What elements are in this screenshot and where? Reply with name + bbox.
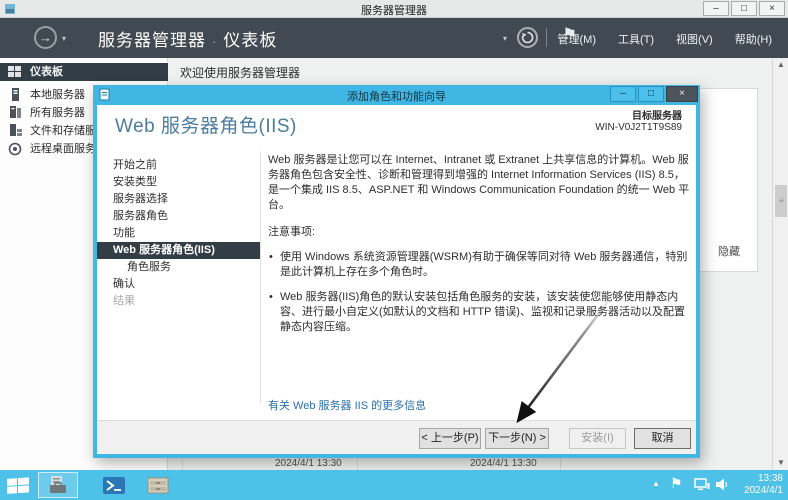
breadcrumb: 服务器管理器·仪表板: [98, 26, 277, 51]
event-timestamp: 2024/4/1 13:30: [470, 458, 537, 469]
breadcrumb-separator: ·: [206, 34, 223, 49]
menu-manage[interactable]: 管理(M): [558, 31, 597, 47]
note-item: • 使用 Windows 系统资源管理器(WSRM)有助于确保等同对待 Web …: [268, 250, 694, 280]
tray-volume-icon[interactable]: [716, 478, 729, 491]
server-manager-icon: [46, 475, 70, 495]
sidebar-item-dashboard[interactable]: 仪表板: [0, 63, 168, 81]
step-confirmation[interactable]: 确认: [97, 276, 260, 293]
welcome-heading: 欢迎使用服务器管理器: [180, 64, 300, 81]
wizard-footer: < 上一步(P) 下一步(N) > 安装(I) 取消: [97, 420, 696, 454]
note-item: • Web 服务器(IIS)角色的默认安装包括角色服务的安装，该安装使您能够使用…: [268, 290, 694, 335]
server-manager-titlebar: 服务器管理器 – □ ×: [0, 0, 788, 18]
add-roles-wizard-dialog: 添加角色和功能向导 – □ × Web 服务器角色(IIS) 目标服务器 WIN…: [93, 85, 700, 458]
powershell-icon: [103, 477, 125, 494]
tile-divider: [182, 458, 183, 470]
back-caret-icon[interactable]: ▾: [62, 34, 66, 43]
wizard-title: 添加角色和功能向导: [93, 88, 700, 104]
hide-button[interactable]: 隐藏: [718, 243, 740, 259]
tray-network-icon[interactable]: [694, 478, 710, 491]
bullet-icon: •: [269, 290, 273, 305]
tray-clock[interactable]: 13:38 2024/4/1: [744, 473, 783, 497]
scroll-down-icon[interactable]: ▼: [775, 457, 787, 469]
event-timestamp: 2024/4/1 13:30: [275, 458, 342, 469]
maximize-button[interactable]: □: [731, 1, 757, 16]
step-features[interactable]: 功能: [97, 225, 260, 242]
more-info-link[interactable]: 有关 Web 服务器 IIS 的更多信息: [268, 397, 426, 413]
notes-title: 注意事项:: [268, 225, 694, 240]
vertical-scrollbar[interactable]: ▲ ≡ ▼: [772, 58, 788, 470]
menubar: 管理(M) 工具(T) 视图(V) 帮助(H): [558, 31, 773, 47]
server-manager-header: → ▾ 服务器管理器·仪表板 ▾ ⚑ 管理(M) 工具(T) 视图(V) 帮助(…: [0, 18, 788, 58]
local-server-icon: [8, 88, 22, 102]
refresh-caret-icon[interactable]: ▾: [503, 34, 507, 43]
step-server-selection[interactable]: 服务器选择: [97, 191, 260, 208]
step-role-services[interactable]: 角色服务: [97, 259, 260, 276]
tile-divider: [357, 458, 358, 470]
wizard-page-content: Web 服务器是让您可以在 Internet、Intranet 或 Extran…: [268, 153, 694, 335]
step-server-roles[interactable]: 服务器角色: [97, 208, 260, 225]
wizard-close-button[interactable]: ×: [666, 86, 698, 102]
close-button[interactable]: ×: [759, 1, 785, 16]
menu-tools[interactable]: 工具(T): [618, 31, 654, 47]
clock-date: 2024/4/1: [744, 485, 783, 497]
wizard-maximize-button[interactable]: □: [638, 86, 664, 102]
tray-action-center-icon[interactable]: ⚑: [670, 475, 683, 492]
taskbar: ▲ ⚑ 13:38 2024/4/1: [0, 470, 788, 500]
menu-help[interactable]: 帮助(H): [735, 31, 772, 47]
step-before-you-begin[interactable]: 开始之前: [97, 157, 260, 174]
clock-time: 13:38: [744, 473, 783, 485]
menu-view[interactable]: 视图(V): [676, 31, 713, 47]
iis-intro-text: Web 服务器是让您可以在 Internet、Intranet 或 Extran…: [268, 153, 694, 213]
remote-desktop-icon: [8, 142, 22, 156]
bullet-icon: •: [269, 250, 273, 265]
window-title: 服务器管理器: [0, 2, 788, 18]
file-storage-icon: [8, 124, 22, 138]
target-server-label: 目标服务器: [595, 107, 682, 122]
desktop: 服务器管理器 – □ × → ▾ 服务器管理器·仪表板 ▾ ⚑ 管理(M) 工具…: [0, 0, 788, 500]
step-results: 结果: [97, 293, 260, 310]
step-web-server-role-iis[interactable]: Web 服务器角色(IIS): [97, 242, 260, 259]
tray-expand-icon[interactable]: ▲: [652, 479, 660, 488]
file-explorer-icon: [147, 477, 169, 494]
taskbar-server-manager-button[interactable]: [38, 472, 78, 498]
header-divider: [546, 28, 547, 47]
wizard-window-controls: – □ ×: [610, 86, 698, 102]
minimize-button[interactable]: –: [703, 1, 729, 16]
step-installation-type[interactable]: 安装类型: [97, 174, 260, 191]
wizard-minimize-button[interactable]: –: [610, 86, 636, 102]
start-button-icon[interactable]: [6, 476, 30, 494]
breadcrumb-current[interactable]: 仪表板: [223, 31, 277, 50]
scroll-up-icon[interactable]: ▲: [775, 59, 787, 71]
next-button[interactable]: 下一步(N) >: [485, 428, 549, 449]
dashboard-icon: [8, 65, 22, 79]
note-text: Web 服务器(IIS)角色的默认安装包括角色服务的安装，该安装使您能够使用静态…: [280, 291, 685, 333]
window-controls: – □ ×: [703, 1, 785, 16]
steps-divider: [260, 151, 261, 403]
tile-divider: [560, 458, 561, 470]
back-arrow-icon[interactable]: →: [34, 26, 57, 49]
taskbar-powershell-button[interactable]: [98, 472, 130, 498]
taskbar-file-explorer-button[interactable]: [142, 472, 174, 498]
refresh-icon[interactable]: [517, 27, 538, 48]
all-servers-icon: [8, 106, 22, 120]
cancel-button[interactable]: 取消: [634, 428, 691, 449]
target-server-block: 目标服务器 WIN-V0J2T1T9S89: [595, 107, 682, 133]
install-button: 安装(I): [569, 428, 626, 449]
scroll-thumb[interactable]: ≡: [775, 185, 787, 217]
breadcrumb-root[interactable]: 服务器管理器: [98, 31, 206, 50]
wizard-steps-list: 开始之前 安装类型 服务器选择 服务器角色 功能 Web 服务器角色(IIS) …: [97, 157, 260, 310]
note-text: 使用 Windows 系统资源管理器(WSRM)有助于确保等同对待 Web 服务…: [280, 251, 687, 278]
target-server-name: WIN-V0J2T1T9S89: [595, 122, 682, 133]
wizard-page-title: Web 服务器角色(IIS): [115, 111, 297, 138]
wizard-titlebar: 添加角色和功能向导 – □ ×: [93, 85, 700, 105]
previous-button[interactable]: < 上一步(P): [419, 428, 481, 449]
